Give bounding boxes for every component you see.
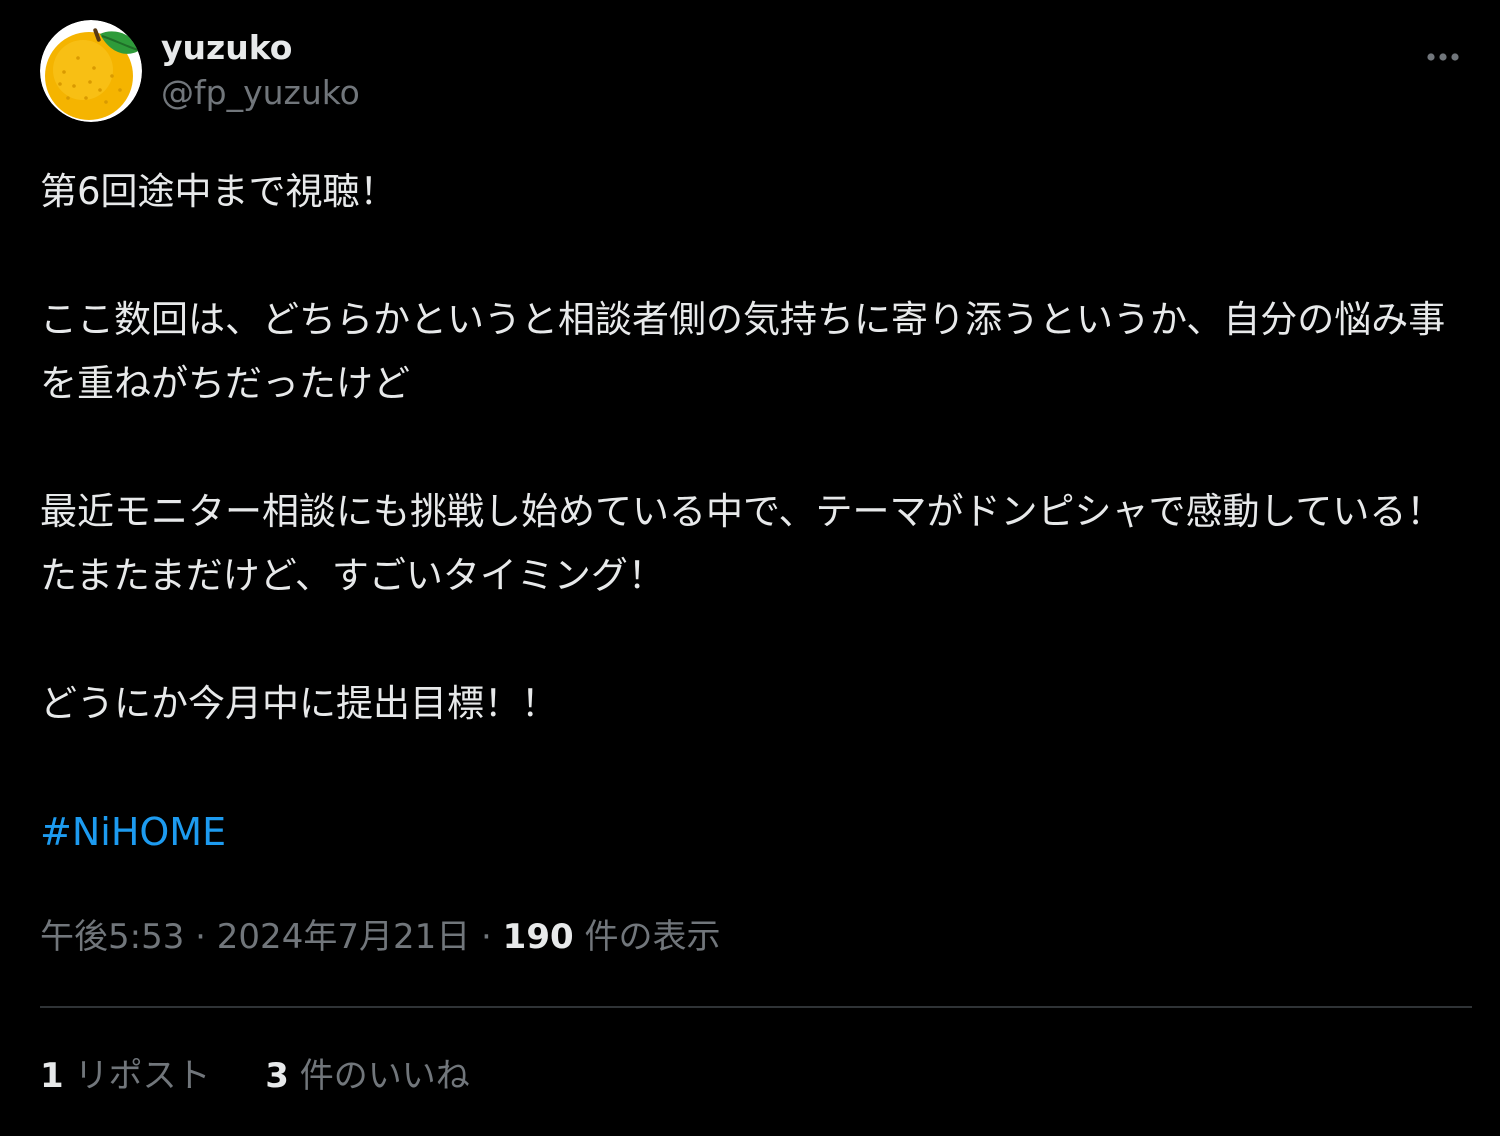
divider: [40, 1006, 1472, 1008]
user-handle[interactable]: @fp_yuzuko: [161, 70, 360, 116]
meta-separator: ·: [184, 917, 217, 957]
more-options-button[interactable]: [1412, 30, 1472, 66]
reposts-label: リポスト: [63, 1056, 211, 1096]
avatar[interactable]: [40, 20, 142, 122]
views-count: 190: [502, 917, 574, 957]
post-date[interactable]: 2024年7月21日: [217, 917, 470, 957]
yuzu-fruit-avatar-icon: [40, 20, 142, 122]
more-options-icon: [1427, 53, 1459, 61]
tweet-meta: 午後5:53 · 2024年7月21日 · 190 件の表示: [40, 912, 720, 962]
engagement-stats: 1 リポスト 3 件のいいね: [40, 1050, 514, 1102]
user-info: yuzuko @fp_yuzuko: [161, 26, 360, 116]
likes-count: 3: [265, 1056, 289, 1096]
likes-label: 件のいいね: [288, 1056, 470, 1096]
meta-separator: ·: [470, 917, 503, 957]
tweet-paragraph: どうにか今月中に提出目標！！: [40, 682, 558, 725]
post-time[interactable]: 午後5:53: [40, 917, 184, 957]
display-name[interactable]: yuzuko: [161, 26, 360, 70]
hashtag-link[interactable]: #NiHOME: [40, 810, 226, 854]
tweet-paragraph: 第6回途中まで視聴！: [40, 170, 397, 213]
tweet-text: 第6回途中まで視聴！ ここ数回は、どちらかというと相談者側の気持ちに寄り添うとい…: [40, 160, 1470, 929]
tweet-paragraph: ここ数回は、どちらかというと相談者側の気持ちに寄り添うというか、自分の悩み事を重…: [40, 298, 1446, 405]
hashtag-paragraph: #NiHOME: [40, 800, 1470, 865]
tweet-header: yuzuko @fp_yuzuko: [40, 20, 1472, 122]
likes-stat[interactable]: 3 件のいいね: [265, 1050, 469, 1102]
tweet-paragraph: 最近モニター相談にも挑戦し始めている中で、テーマがドンピシャで感動している！たま…: [40, 490, 1444, 597]
reposts-count: 1: [40, 1056, 64, 1096]
reposts-stat[interactable]: 1 リポスト: [40, 1050, 210, 1102]
views-label: 件の表示: [573, 917, 721, 957]
